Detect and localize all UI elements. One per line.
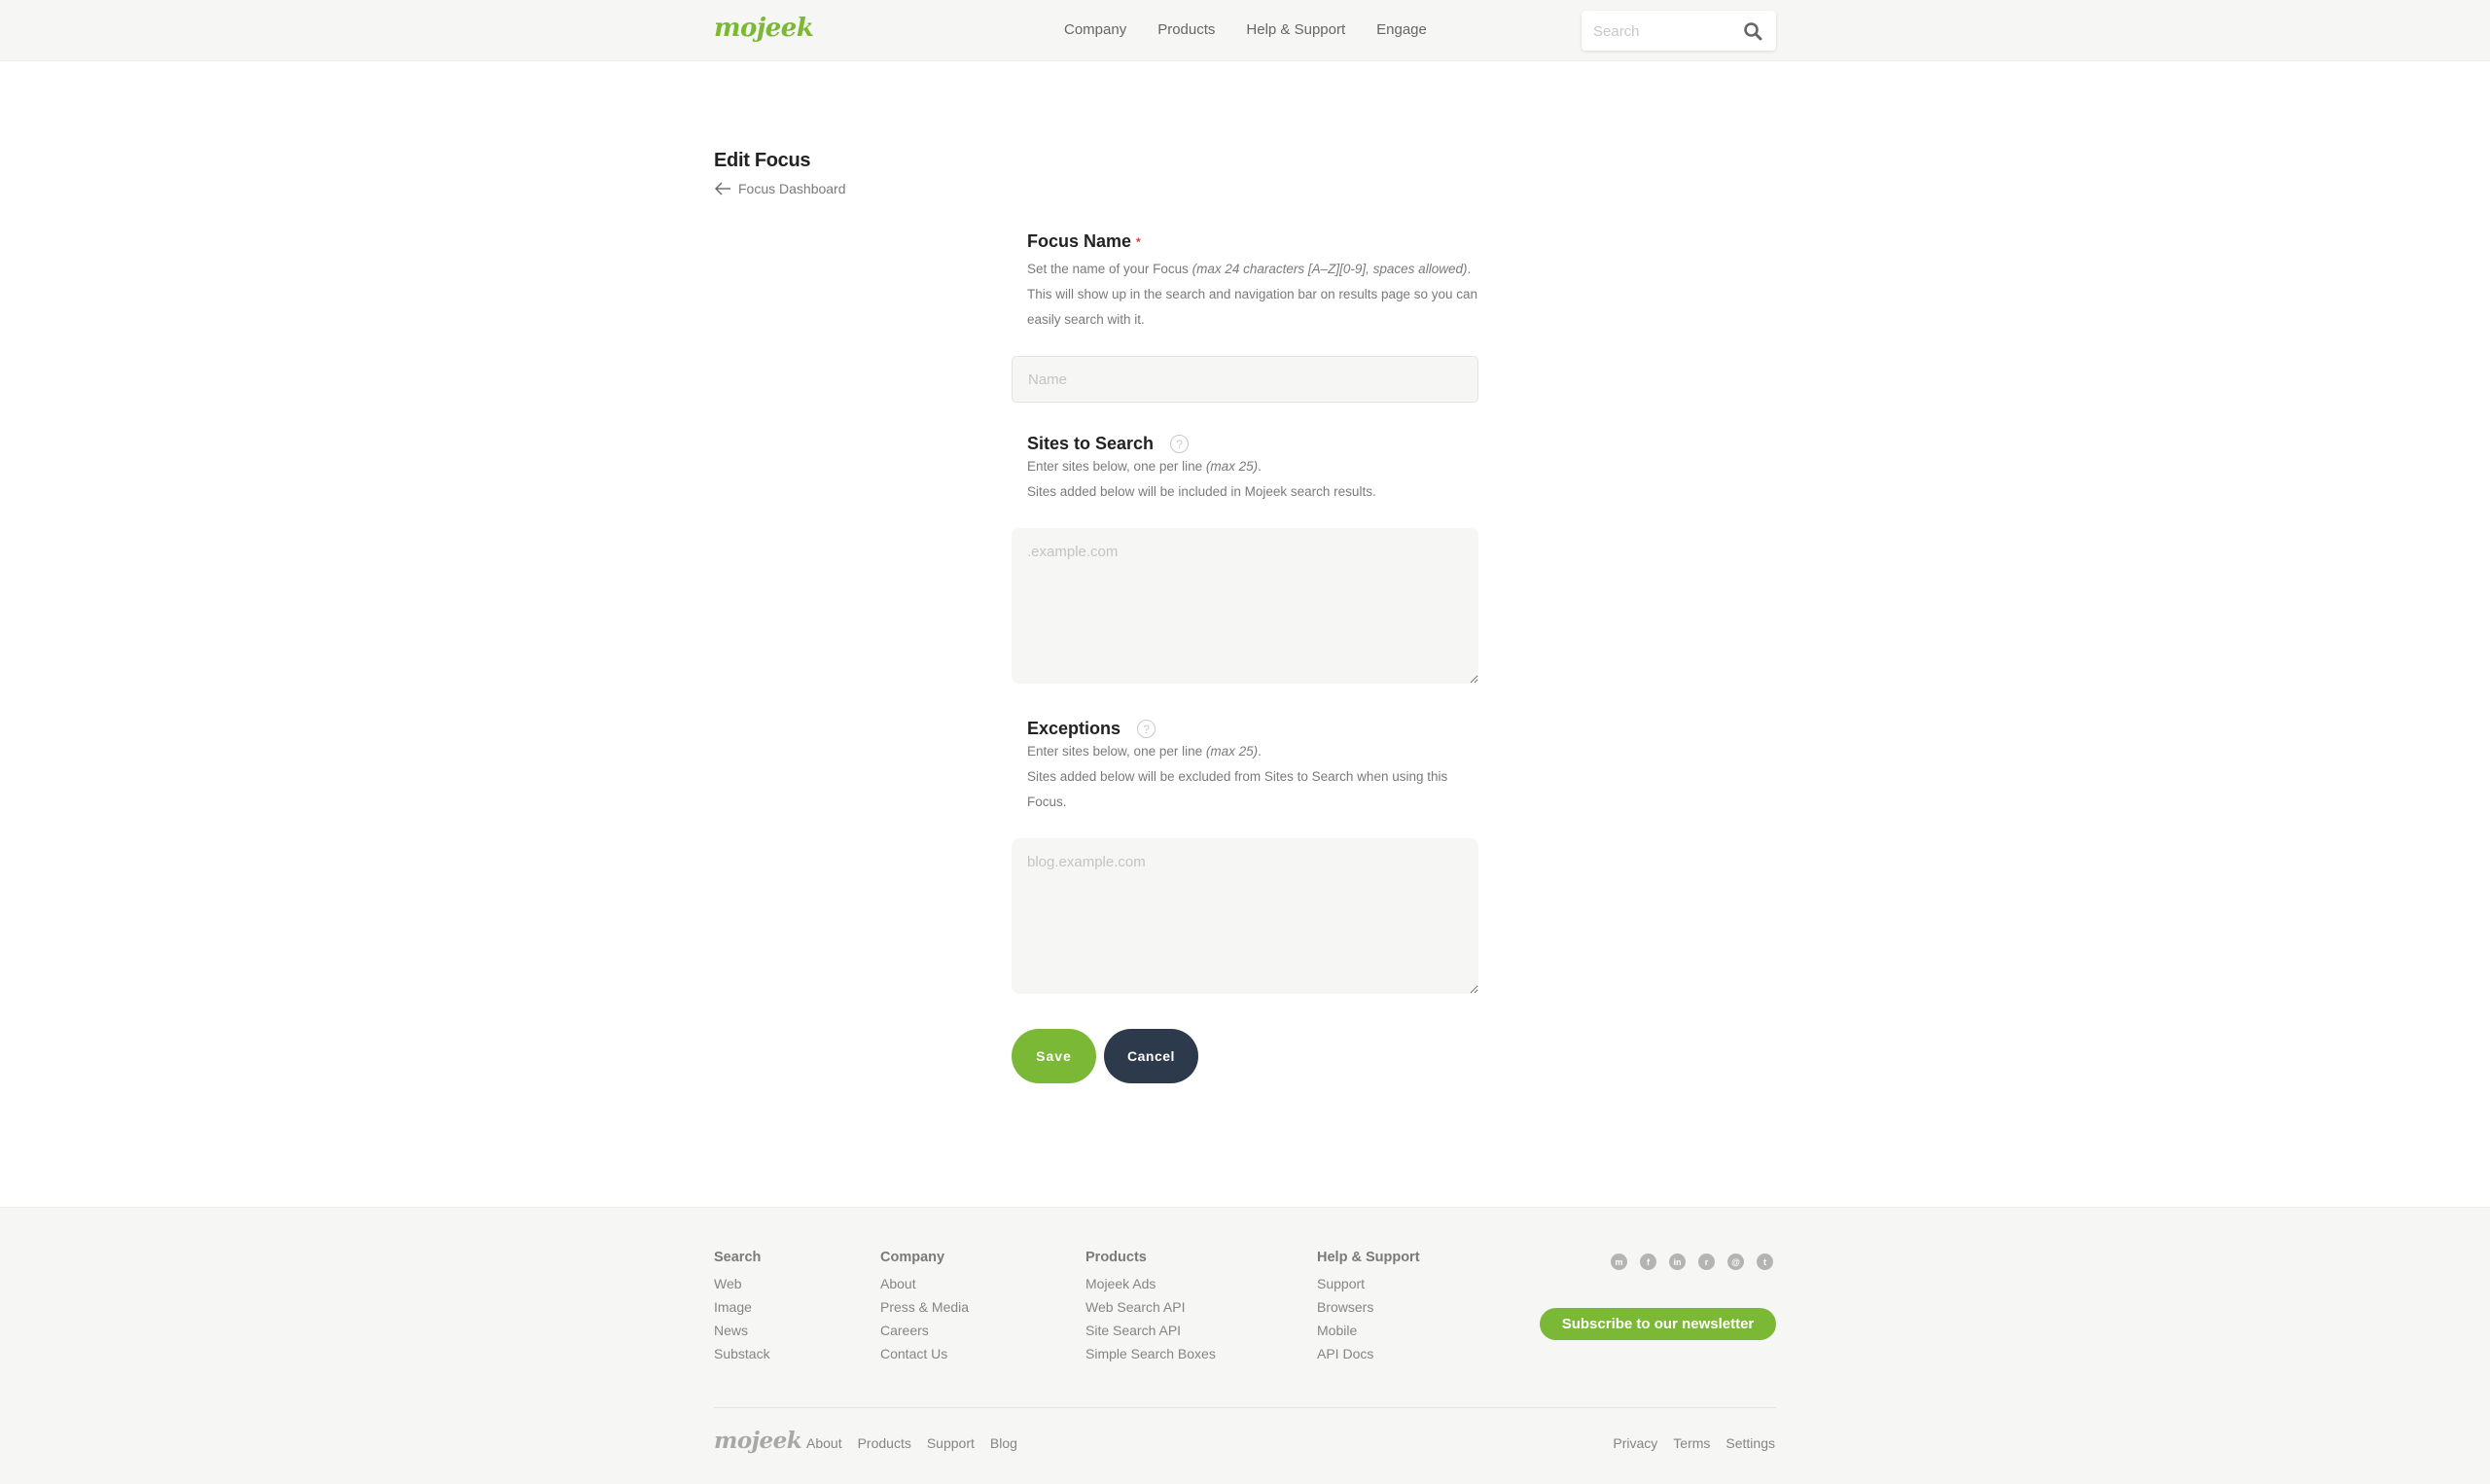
mojeek-logo[interactable]: mojeek (714, 14, 814, 43)
mastodon-icon[interactable]: @ (1727, 1254, 1744, 1270)
desc-end: . (1258, 459, 1262, 474)
required-marker: * (1136, 234, 1141, 249)
edit-focus-form: Focus Name * Set the name of your Focus … (1012, 231, 1478, 1083)
footer-link[interactable]: Simple Search Boxes (1085, 1342, 1216, 1365)
desc-italic: (max 24 characters [A–Z][0-9], spaces al… (1192, 262, 1468, 276)
footer-link[interactable]: About (880, 1272, 969, 1295)
save-button[interactable]: Save (1012, 1029, 1096, 1083)
sites-to-search-label-text: Sites to Search (1027, 434, 1155, 453)
footer-link[interactable]: Browsers (1317, 1295, 1420, 1319)
facebook-icon[interactable]: f (1640, 1254, 1656, 1270)
exceptions-label-text: Exceptions (1027, 719, 1121, 738)
footer-link[interactable]: Mojeek Ads (1085, 1272, 1216, 1295)
sites-to-search-description-2: Sites added below will be included in Mo… (1027, 484, 1376, 499)
back-to-dashboard-link[interactable]: Focus Dashboard (714, 181, 846, 196)
back-link-label: Focus Dashboard (738, 181, 846, 196)
nav-engage[interactable]: Engage (1376, 21, 1427, 38)
footer-link[interactable]: Contact Us (880, 1342, 969, 1365)
footer-column-title: Search (714, 1250, 762, 1265)
nav-products[interactable]: Products (1157, 21, 1215, 38)
desc-text: Set the name of your Focus (1027, 262, 1192, 276)
footer-link[interactable]: Support (1317, 1272, 1420, 1295)
footer-bottom-links: About Products Support Blog (806, 1435, 1017, 1451)
nav-company[interactable]: Company (1064, 21, 1126, 38)
focus-name-description: Set the name of your Focus (max 24 chara… (1012, 257, 1478, 282)
footer-link[interactable]: News (714, 1319, 770, 1342)
focus-name-section: Focus Name * Set the name of your Focus … (1012, 231, 1478, 403)
sites-to-search-textarea[interactable] (1012, 528, 1478, 684)
main-nav: Company Products Help & Support Engage (1064, 21, 1458, 38)
cancel-button[interactable]: Cancel (1104, 1029, 1198, 1083)
exceptions-description: Enter sites below, one per line (max 25)… (1012, 739, 1478, 764)
footer-link[interactable]: Site Search API (1085, 1319, 1216, 1342)
desc-text: Enter sites below, one per line (1027, 744, 1206, 759)
nav-help-support[interactable]: Help & Support (1246, 21, 1345, 38)
footer-column-title: Help & Support (1317, 1250, 1420, 1265)
exceptions-label: Exceptions ? (1012, 719, 1478, 739)
settings-link[interactable]: Settings (1725, 1435, 1775, 1451)
sites-to-search-label: Sites to Search ? (1012, 434, 1478, 454)
footer-column-products: Products Mojeek Ads Web Search API Site … (1085, 1250, 1216, 1365)
terms-link[interactable]: Terms (1673, 1435, 1710, 1451)
desc-end: . (1258, 744, 1262, 759)
exceptions-section: Exceptions ? Enter sites below, one per … (1012, 719, 1478, 994)
question-circle-icon[interactable]: ? (1137, 720, 1156, 738)
footer-link[interactable]: Press & Media (880, 1295, 969, 1319)
exceptions-textarea[interactable] (1012, 838, 1478, 994)
footer-bottom-link[interactable]: Support (927, 1435, 975, 1451)
desc-italic: (max 25) (1205, 459, 1259, 474)
page-title: Edit Focus (714, 150, 811, 171)
sites-to-search-section: Sites to Search ? Enter sites below, one… (1012, 434, 1478, 684)
subscribe-newsletter-button[interactable]: Subscribe to our newsletter (1540, 1308, 1776, 1340)
footer-column-title: Products (1085, 1250, 1147, 1265)
focus-name-description-2: This will show up in the search and navi… (1027, 287, 1478, 327)
reddit-icon[interactable]: r (1698, 1254, 1715, 1270)
exceptions-description-2: Sites added below will be excluded from … (1027, 769, 1448, 809)
search-input[interactable] (1593, 20, 1729, 42)
footer-logo[interactable]: mojeek (714, 1428, 802, 1454)
linkedin-icon[interactable]: in (1669, 1254, 1686, 1270)
arrow-left-icon (715, 182, 730, 195)
search-icon[interactable] (1743, 21, 1762, 41)
footer-link[interactable]: Careers (880, 1319, 969, 1342)
question-circle-icon[interactable]: ? (1170, 435, 1190, 453)
header-search (1582, 11, 1776, 51)
footer-bottom-link[interactable]: Products (858, 1435, 911, 1451)
footer-column-search: Search Web Image News Substack (714, 1250, 770, 1365)
sites-to-search-description: Enter sites below, one per line (max 25)… (1012, 454, 1478, 479)
site-header: mojeek Company Products Help & Support E… (0, 0, 2490, 61)
desc-end: . (1467, 262, 1472, 276)
desc-italic: (max 25) (1205, 744, 1259, 759)
twitter-icon[interactable]: t (1757, 1254, 1773, 1270)
footer-bottom-link[interactable]: Blog (990, 1435, 1017, 1451)
footer-column-title: Company (880, 1250, 945, 1265)
privacy-link[interactable]: Privacy (1613, 1435, 1657, 1451)
focus-name-label-text: Focus Name (1027, 231, 1132, 251)
focus-name-label: Focus Name * (1012, 231, 1478, 252)
footer-bottom-link[interactable]: About (806, 1435, 842, 1451)
footer-column-help-support: Help & Support Support Browsers Mobile A… (1317, 1250, 1420, 1365)
footer-link[interactable]: Web (714, 1272, 770, 1295)
footer-link[interactable]: Mobile (1317, 1319, 1420, 1342)
footer-divider (714, 1407, 1776, 1408)
footer-legal-links: Privacy Terms Settings (1613, 1435, 1775, 1451)
mastodon-m-icon[interactable]: m (1611, 1254, 1627, 1270)
footer-link[interactable]: Substack (714, 1342, 770, 1365)
focus-name-input[interactable] (1012, 356, 1478, 403)
footer-link[interactable]: Image (714, 1295, 770, 1319)
social-links: m f in r @ t (1611, 1254, 1773, 1270)
site-footer: Search Web Image News Substack Company A… (0, 1207, 2490, 1484)
form-actions: Save Cancel (1012, 1029, 1478, 1083)
footer-link[interactable]: Web Search API (1085, 1295, 1216, 1319)
footer-column-company: Company About Press & Media Careers Cont… (880, 1250, 969, 1365)
footer-link[interactable]: API Docs (1317, 1342, 1420, 1365)
desc-text: Enter sites below, one per line (1027, 459, 1206, 474)
